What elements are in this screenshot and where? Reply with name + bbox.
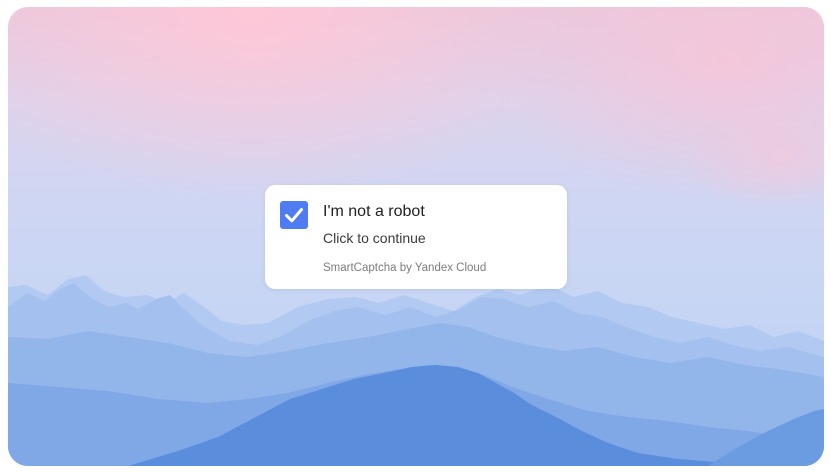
captcha-checkbox[interactable] — [280, 201, 308, 229]
captcha-card: I'm not a robot Click to continue SmartC… — [265, 185, 567, 289]
checkmark-icon — [285, 208, 303, 223]
captcha-background-frame: I'm not a robot Click to continue SmartC… — [8, 7, 824, 466]
captcha-provider-link[interactable]: SmartCaptcha by Yandex Cloud — [323, 262, 486, 274]
captcha-subtitle: Click to continue — [323, 230, 426, 246]
captcha-title: I'm not a robot — [323, 203, 425, 220]
